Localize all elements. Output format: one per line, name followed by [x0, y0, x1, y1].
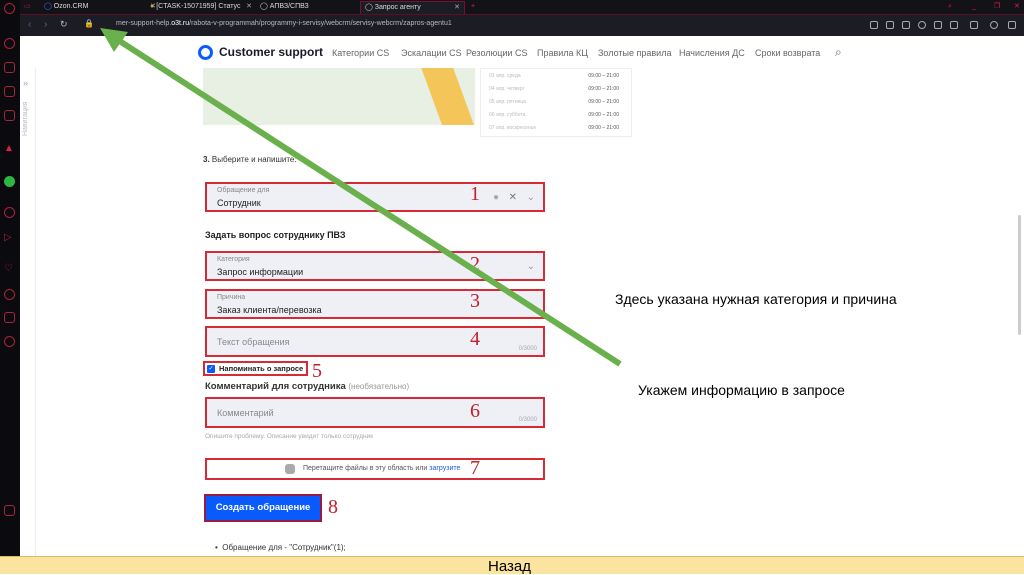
slide-note: Здесь указана нужная категория и причина	[615, 291, 897, 307]
back-button[interactable]: Назад	[488, 558, 531, 575]
slide-note: Укажем информацию в запросе	[638, 382, 845, 398]
annotation-arrow	[100, 28, 622, 367]
back-bar[interactable]: Назад	[0, 556, 1024, 575]
